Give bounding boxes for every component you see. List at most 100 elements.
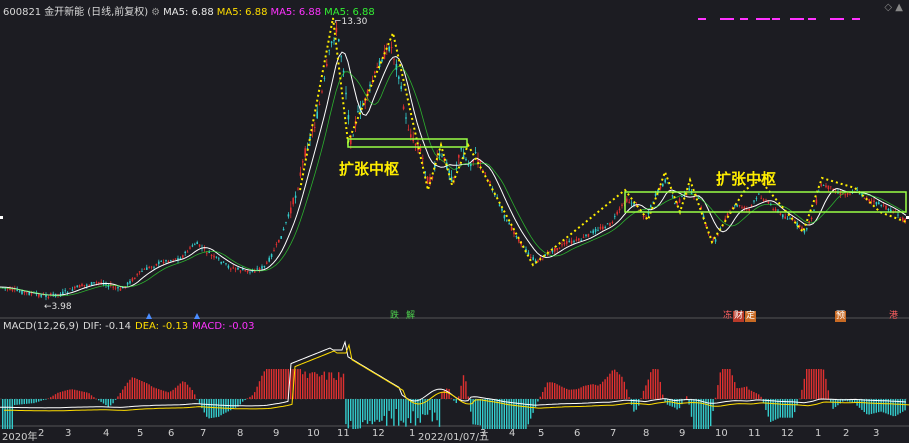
macd-bar xyxy=(755,393,757,399)
macd-bar xyxy=(650,372,652,399)
macd-bar xyxy=(186,384,189,399)
macd-bar xyxy=(170,391,172,399)
macd-bar xyxy=(455,399,457,404)
macd-bar xyxy=(402,399,405,423)
candle-body xyxy=(597,229,599,231)
macd-bar xyxy=(141,381,143,399)
macd-bar xyxy=(52,395,54,399)
candle-body xyxy=(558,247,561,249)
macd-bar xyxy=(309,373,311,399)
candle-body xyxy=(258,268,261,270)
macd-bar xyxy=(304,371,306,399)
candle-body xyxy=(210,255,213,257)
macd-bar xyxy=(597,385,599,399)
event-marker[interactable]: 港 xyxy=(888,311,899,322)
candle-body xyxy=(318,104,321,105)
event-marker[interactable]: 解 xyxy=(405,311,416,322)
macd-bar xyxy=(489,399,491,429)
macd-bar xyxy=(474,399,477,425)
macd-bar xyxy=(618,374,621,399)
macd-bar xyxy=(422,399,424,415)
candle-body xyxy=(290,207,292,214)
candle-body xyxy=(604,227,606,228)
candle-body xyxy=(134,277,136,279)
macd-bar xyxy=(698,399,700,429)
macd-bar xyxy=(717,385,719,399)
low-price-label: ←3.98 xyxy=(44,302,72,312)
chart-header: 600821 金开新能 (日线,前复权) ⚙ MA5: 6.88 MA5: 6.88 MA5… xyxy=(3,3,381,18)
scroll-up-icon[interactable]: ▲ xyxy=(895,2,903,13)
candle-body xyxy=(117,287,119,289)
event-marker-triangle[interactable] xyxy=(194,313,200,319)
macd-bar xyxy=(729,369,731,399)
macd-bar xyxy=(246,398,249,400)
macd-bar xyxy=(160,389,162,399)
macd-bar xyxy=(818,369,820,399)
macd-bar xyxy=(578,388,580,399)
candle-body xyxy=(71,289,74,291)
macd-bar xyxy=(50,397,52,399)
event-marker-triangle[interactable] xyxy=(146,313,152,319)
event-marker[interactable]: 跌 xyxy=(389,311,400,322)
candle-body xyxy=(830,186,832,188)
macd-bar xyxy=(119,392,121,399)
macd-value: MACD: -0.03 xyxy=(192,321,255,332)
macd-bar xyxy=(580,387,582,399)
candle-body xyxy=(273,250,275,252)
settings-icon[interactable]: ⚙ xyxy=(151,7,160,18)
macd-bar xyxy=(69,389,71,399)
diamond-icon[interactable]: ◇ xyxy=(884,2,892,13)
macd-title: MACD(12,26,9) xyxy=(3,321,79,332)
candle-body xyxy=(825,185,827,188)
macd-bar xyxy=(395,399,397,410)
candle-body xyxy=(81,284,83,287)
candle-body xyxy=(76,285,78,287)
event-marker[interactable]: 定 xyxy=(745,311,757,322)
candle-body xyxy=(501,208,503,211)
chart-mode: (日线,前复权) xyxy=(87,7,149,18)
macd-bar xyxy=(328,372,330,399)
candle-body xyxy=(556,248,558,251)
macd-bar xyxy=(172,389,174,399)
macd-bar xyxy=(126,382,129,399)
candle-body xyxy=(585,234,587,236)
macd-bar xyxy=(638,399,640,406)
candle-body xyxy=(100,282,102,283)
candle-body xyxy=(342,70,345,73)
candle-body xyxy=(573,240,575,242)
macd-bar xyxy=(465,381,467,399)
macd-bar xyxy=(741,387,743,399)
macd-bar xyxy=(213,399,215,418)
candle-body xyxy=(287,214,290,217)
x-axis-tick-label: 2 xyxy=(843,428,850,439)
candle-body xyxy=(568,240,570,242)
macd-bar xyxy=(330,372,333,399)
candle-body xyxy=(784,216,786,219)
candle-body xyxy=(150,266,153,268)
macd-bar xyxy=(450,398,453,399)
macd-bar xyxy=(758,394,760,399)
candle-body xyxy=(374,71,376,74)
candle-body xyxy=(184,251,186,254)
candle-body xyxy=(186,251,189,253)
candle-body xyxy=(28,292,30,295)
macd-bar xyxy=(628,397,630,399)
macd-bar xyxy=(431,399,433,422)
candle-body xyxy=(782,214,784,218)
candle-body xyxy=(753,200,755,202)
candle-body xyxy=(748,208,750,211)
event-marker[interactable]: 财 xyxy=(733,311,745,322)
candle-body xyxy=(736,205,738,207)
candle-body xyxy=(762,199,765,201)
macd-bar xyxy=(393,399,395,426)
event-marker[interactable]: 冻 xyxy=(722,311,733,322)
macd-bar xyxy=(189,387,191,399)
macd-bar xyxy=(573,389,575,399)
macd-bar xyxy=(794,399,796,413)
event-marker[interactable]: 预 xyxy=(835,311,847,322)
macd-bar xyxy=(100,399,102,402)
macd-bar xyxy=(734,382,736,399)
macd-bar xyxy=(482,399,484,429)
macd-bar xyxy=(429,399,431,411)
macd-bar xyxy=(196,399,198,400)
